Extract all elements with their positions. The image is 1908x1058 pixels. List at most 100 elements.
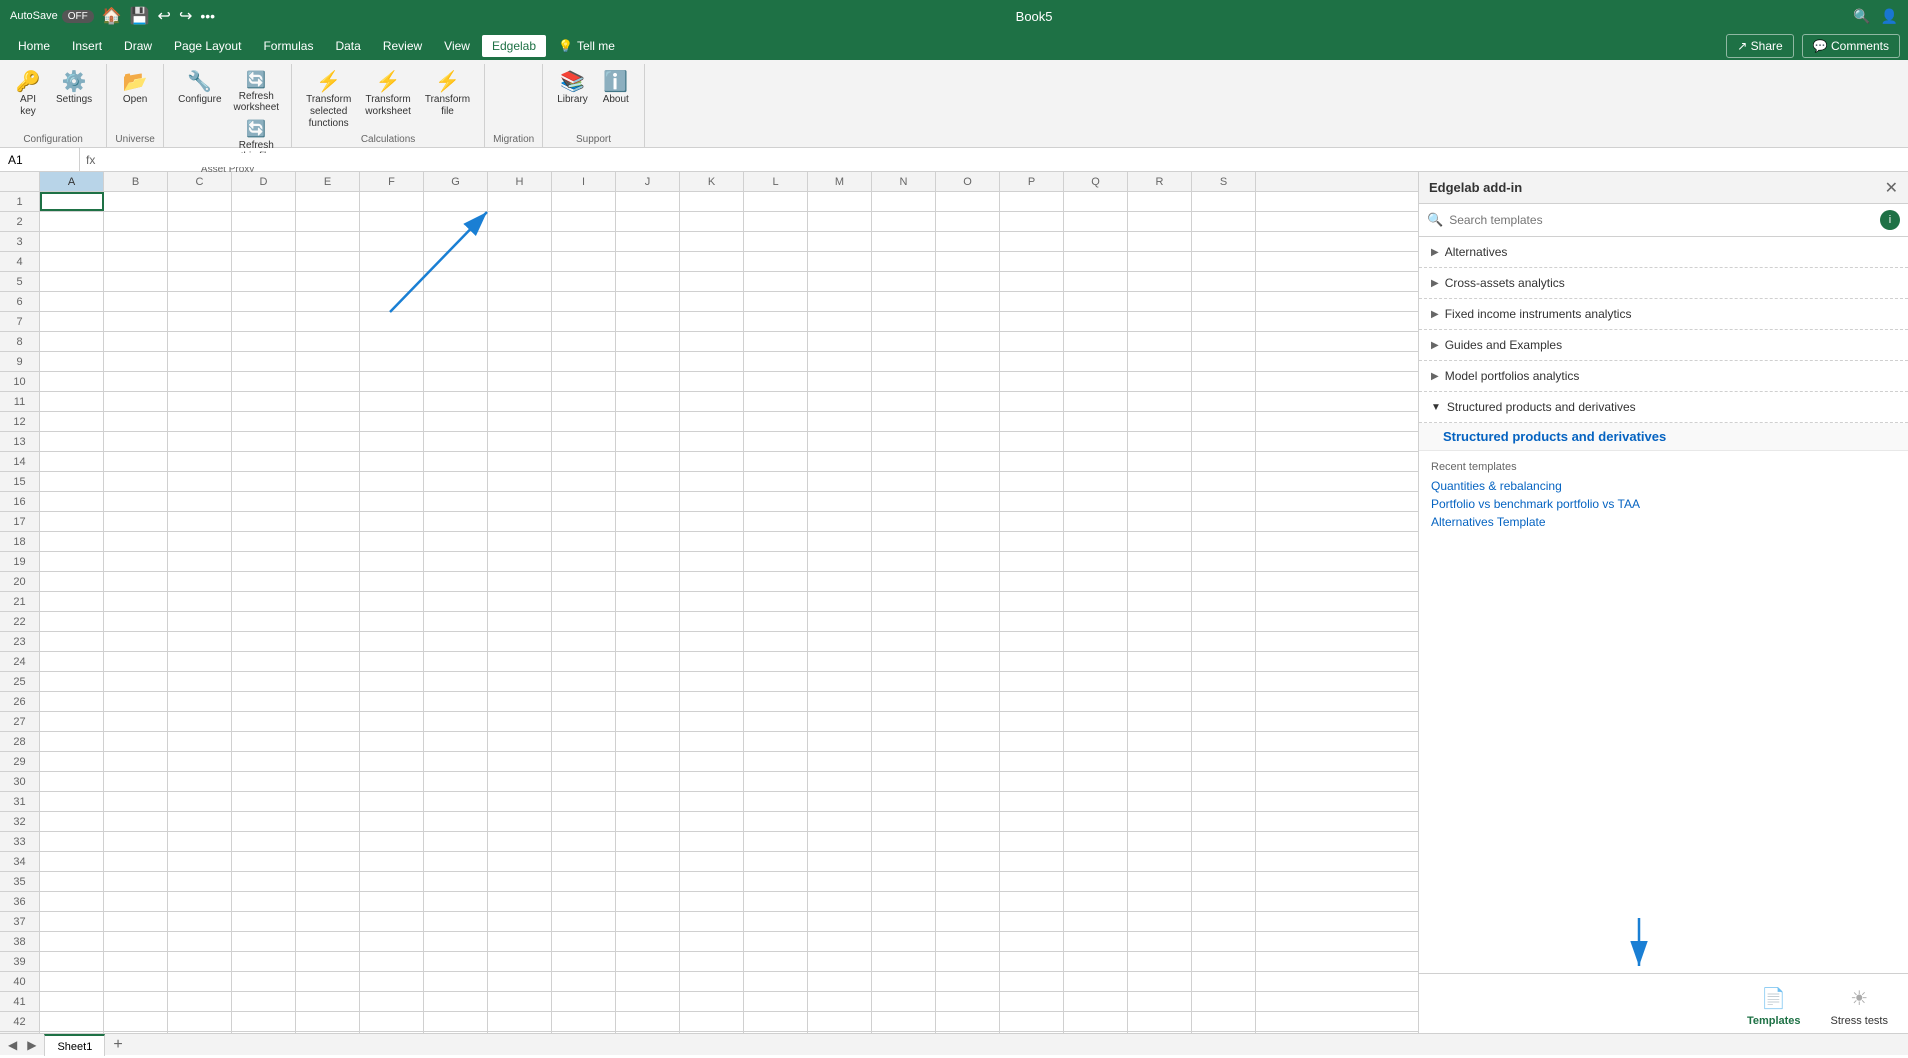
grid-cell[interactable] (1000, 232, 1064, 251)
grid-cell[interactable] (1192, 912, 1256, 931)
sheet-tab-sheet1[interactable]: Sheet1 (44, 1034, 105, 1056)
grid-cell[interactable] (1000, 352, 1064, 371)
grid-cell[interactable] (1064, 372, 1128, 391)
grid-cell[interactable] (680, 192, 744, 211)
grid-cell[interactable] (1192, 692, 1256, 711)
col-header-f[interactable]: F (360, 172, 424, 191)
grid-cell[interactable] (808, 532, 872, 551)
more-icon[interactable]: ••• (200, 8, 215, 24)
grid-cell[interactable] (616, 452, 680, 471)
row-header-32[interactable]: 32 (0, 812, 39, 832)
grid-cell[interactable] (808, 652, 872, 671)
grid-cell[interactable] (424, 952, 488, 971)
menu-review[interactable]: Review (373, 35, 432, 57)
grid-cell[interactable] (296, 432, 360, 451)
grid-cell[interactable] (360, 792, 424, 811)
grid-cell[interactable] (1128, 232, 1192, 251)
grid-cell[interactable] (360, 892, 424, 911)
grid-cell[interactable] (552, 872, 616, 891)
grid-cell[interactable] (744, 792, 808, 811)
grid-cell[interactable] (104, 292, 168, 311)
grid-cell[interactable] (488, 192, 552, 211)
row-header-14[interactable]: 14 (0, 452, 39, 472)
grid-cell[interactable] (232, 632, 296, 651)
grid-cell[interactable] (1000, 592, 1064, 611)
grid-cell[interactable] (936, 452, 1000, 471)
grid-cell[interactable] (616, 212, 680, 231)
grid-cell[interactable] (40, 232, 104, 251)
grid-cell[interactable] (1192, 972, 1256, 991)
grid-cell[interactable] (936, 872, 1000, 891)
grid-cell[interactable] (744, 212, 808, 231)
grid-cell[interactable] (232, 652, 296, 671)
grid-cell[interactable] (616, 652, 680, 671)
col-header-p[interactable]: P (1000, 172, 1064, 191)
row-header-13[interactable]: 13 (0, 432, 39, 452)
grid-cell[interactable] (488, 772, 552, 791)
grid-cell[interactable] (1000, 212, 1064, 231)
grid-cell[interactable] (872, 252, 936, 271)
grid-cell[interactable] (1192, 812, 1256, 831)
grid-cell[interactable] (1128, 592, 1192, 611)
grid-cell[interactable] (936, 532, 1000, 551)
grid-cell[interactable] (936, 892, 1000, 911)
grid-cell[interactable] (552, 472, 616, 491)
grid-cell[interactable] (1128, 572, 1192, 591)
menu-data[interactable]: Data (325, 35, 370, 57)
grid-cell[interactable] (168, 892, 232, 911)
grid-cell[interactable] (1064, 752, 1128, 771)
grid-cell[interactable] (936, 572, 1000, 591)
grid-cell[interactable] (360, 612, 424, 631)
grid-cell[interactable] (936, 612, 1000, 631)
grid-cell[interactable] (552, 792, 616, 811)
grid-cell[interactable] (680, 532, 744, 551)
grid-cell[interactable] (40, 612, 104, 631)
grid-cell[interactable] (424, 892, 488, 911)
grid-cell[interactable] (1064, 732, 1128, 751)
grid-cell[interactable] (1000, 452, 1064, 471)
grid-cell[interactable] (40, 1012, 104, 1031)
grid-cell[interactable] (872, 792, 936, 811)
grid-cell[interactable] (232, 492, 296, 511)
grid-cell[interactable] (232, 692, 296, 711)
grid-cell[interactable] (296, 832, 360, 851)
grid-cell[interactable] (488, 332, 552, 351)
grid-cell[interactable] (40, 792, 104, 811)
grid-cell[interactable] (1000, 1032, 1064, 1033)
grid-cell[interactable] (232, 312, 296, 331)
grid-cell[interactable] (488, 612, 552, 631)
grid-cell[interactable] (872, 952, 936, 971)
grid-cell[interactable] (552, 612, 616, 631)
grid-cell[interactable] (104, 692, 168, 711)
grid-cell[interactable] (424, 872, 488, 891)
grid-cell[interactable] (616, 712, 680, 731)
grid-cell[interactable] (168, 612, 232, 631)
grid-cell[interactable] (232, 452, 296, 471)
grid-cell[interactable] (1064, 332, 1128, 351)
grid-cell[interactable] (616, 292, 680, 311)
grid-cell[interactable] (1128, 832, 1192, 851)
grid-cell[interactable] (680, 1012, 744, 1031)
grid-cell[interactable] (1128, 992, 1192, 1011)
grid-cell[interactable] (40, 332, 104, 351)
grid-cell[interactable] (552, 532, 616, 551)
grid-cell[interactable] (808, 572, 872, 591)
col-header-m[interactable]: M (808, 172, 872, 191)
grid-cell[interactable] (104, 252, 168, 271)
grid-cell[interactable] (936, 232, 1000, 251)
category-guides[interactable]: ▶ Guides and Examples (1419, 330, 1908, 361)
grid-cell[interactable] (936, 392, 1000, 411)
grid-cell[interactable] (104, 492, 168, 511)
grid-cell[interactable] (232, 252, 296, 271)
grid-cell[interactable] (1064, 872, 1128, 891)
grid-cell[interactable] (168, 572, 232, 591)
grid-cell[interactable] (680, 672, 744, 691)
grid-cell[interactable] (936, 312, 1000, 331)
grid-cell[interactable] (40, 472, 104, 491)
grid-cell[interactable] (296, 992, 360, 1011)
grid-cell[interactable] (40, 812, 104, 831)
category-alternatives[interactable]: ▶ Alternatives (1419, 237, 1908, 268)
grid-cell[interactable] (808, 472, 872, 491)
grid-cell[interactable] (232, 272, 296, 291)
tab-stress-tests[interactable]: ☀ Stress tests (1831, 986, 1888, 1033)
